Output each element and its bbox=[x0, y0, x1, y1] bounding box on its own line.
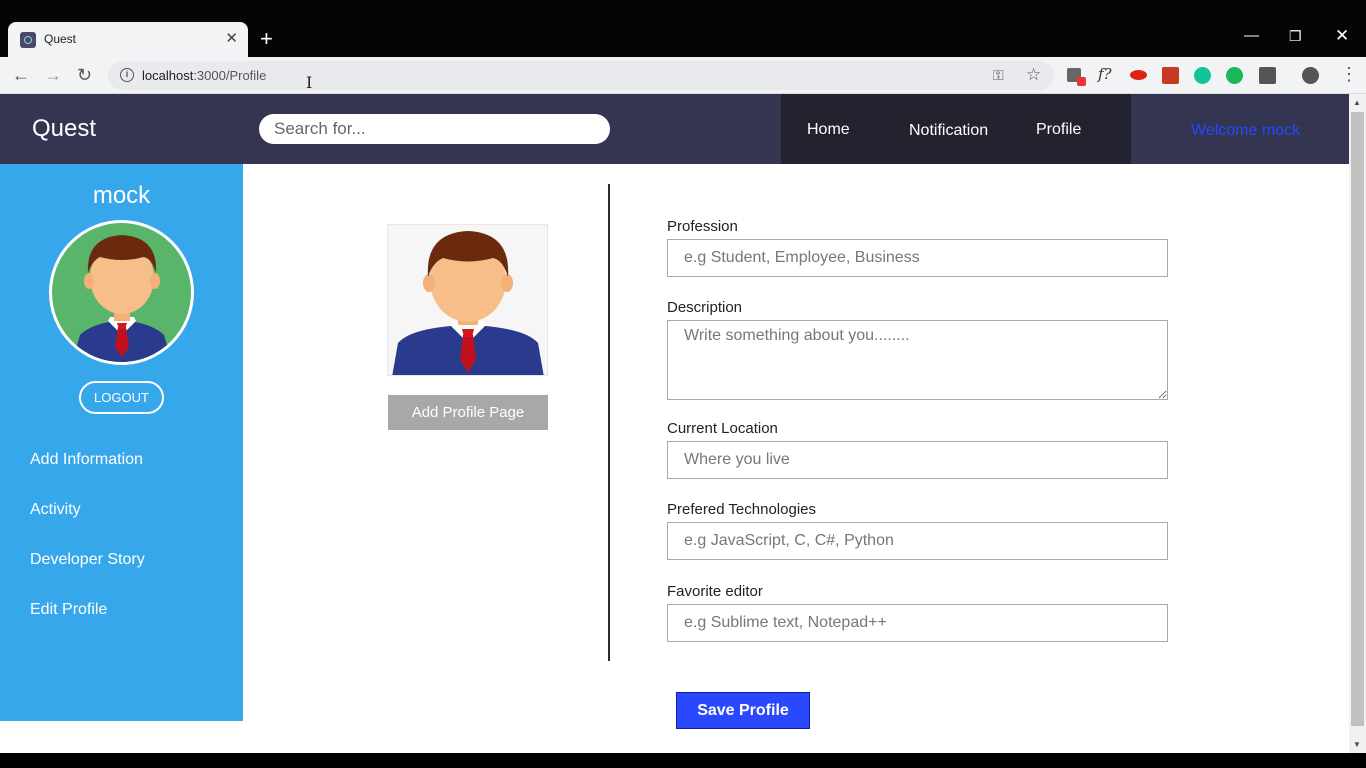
profile-picture bbox=[387, 224, 548, 376]
page-viewport: Quest Home Notification Profile Welcome … bbox=[0, 94, 1349, 753]
bookmark-star-icon[interactable]: ☆ bbox=[1026, 65, 1041, 85]
nav-notification[interactable]: Notification bbox=[909, 122, 988, 140]
sidebar-item-edit-profile[interactable]: Edit Profile bbox=[30, 601, 107, 619]
scroll-down-icon[interactable]: ▼ bbox=[1353, 740, 1361, 749]
reload-icon[interactable]: ↻ bbox=[77, 65, 92, 85]
extensions-puzzle-icon[interactable] bbox=[1259, 67, 1276, 84]
info-icon[interactable]: i bbox=[120, 68, 134, 82]
editor-field[interactable] bbox=[667, 604, 1168, 642]
sidebar-username: mock bbox=[92, 182, 151, 209]
tab-strip: Quest ✕ + — ❐ ✕ bbox=[0, 0, 1366, 57]
save-profile-button[interactable]: Save Profile bbox=[676, 692, 810, 729]
sidebar-item-activity[interactable]: Activity bbox=[30, 501, 81, 519]
account-icon[interactable] bbox=[1302, 67, 1319, 84]
avatar bbox=[49, 220, 194, 365]
logout-button[interactable]: LOGOUT bbox=[79, 381, 164, 414]
nav-home[interactable]: Home bbox=[807, 121, 850, 139]
photo-extension-icon[interactable] bbox=[1162, 67, 1179, 84]
react-favicon-icon bbox=[20, 32, 36, 48]
profession-field[interactable] bbox=[667, 239, 1168, 277]
minimize-icon[interactable]: — bbox=[1244, 26, 1259, 46]
nav-profile[interactable]: Profile bbox=[1036, 121, 1081, 139]
vertical-divider bbox=[608, 184, 610, 661]
text-cursor-icon: I bbox=[306, 73, 313, 92]
browser-tab[interactable]: Quest ✕ bbox=[8, 22, 248, 57]
tab-close-icon[interactable]: ✕ bbox=[225, 30, 238, 48]
scroll-up-icon[interactable]: ▲ bbox=[1353, 98, 1361, 107]
user-avatar-icon bbox=[72, 235, 172, 362]
sidebar-item-developer-story[interactable]: Developer Story bbox=[30, 551, 145, 569]
sidebar-item-add-information[interactable]: Add Information bbox=[30, 451, 143, 469]
sidebar: mock LOGOUT Add Information Activity Dev… bbox=[0, 164, 243, 721]
editor-label: Favorite editor bbox=[667, 583, 763, 600]
red-extension-icon[interactable] bbox=[1130, 70, 1147, 80]
restore-icon[interactable]: ❐ bbox=[1289, 26, 1302, 46]
grammarly-icon[interactable] bbox=[1194, 67, 1211, 84]
location-field[interactable] bbox=[667, 441, 1168, 479]
description-label: Description bbox=[667, 299, 743, 316]
address-bar[interactable]: i localhost:3000/Profile ⚿ ☆ bbox=[108, 61, 1054, 90]
bottom-edge bbox=[0, 753, 1366, 768]
profession-label: Profession bbox=[667, 218, 738, 235]
browser-toolbar: ← → ↻ i localhost:3000/Profile ⚿ ☆ f? ⋮ bbox=[0, 57, 1366, 94]
green-extension-icon[interactable] bbox=[1226, 67, 1243, 84]
forward-icon[interactable]: → bbox=[44, 65, 62, 85]
url-text[interactable]: localhost:3000/Profile bbox=[142, 68, 266, 83]
tab-title: Quest bbox=[44, 32, 77, 46]
formula-extension-icon[interactable]: f? bbox=[1098, 65, 1112, 83]
description-field[interactable] bbox=[667, 320, 1168, 400]
technologies-field[interactable] bbox=[667, 522, 1168, 560]
close-icon[interactable]: ✕ bbox=[1335, 26, 1349, 46]
extension-badge-icon bbox=[1077, 77, 1086, 86]
brand-logo[interactable]: Quest bbox=[32, 115, 96, 143]
nav-links: Home Notification Profile bbox=[781, 94, 1131, 164]
location-label: Current Location bbox=[667, 420, 778, 437]
add-profile-page-button[interactable]: Add Profile Page bbox=[388, 395, 548, 430]
user-avatar-icon bbox=[392, 231, 544, 375]
search-input[interactable] bbox=[259, 114, 610, 144]
scroll-thumb[interactable] bbox=[1351, 112, 1364, 726]
top-navbar: Quest Home Notification Profile Welcome … bbox=[0, 94, 1349, 164]
technologies-label: Prefered Technologies bbox=[667, 501, 816, 518]
key-icon[interactable]: ⚿ bbox=[993, 67, 1004, 84]
new-tab-icon[interactable]: + bbox=[260, 28, 273, 50]
page-scrollbar[interactable]: ▲ ▼ bbox=[1349, 94, 1366, 753]
back-icon[interactable]: ← bbox=[12, 65, 30, 85]
welcome-text: Welcome mock bbox=[1191, 122, 1301, 139]
browser-menu-icon[interactable]: ⋮ bbox=[1340, 64, 1358, 84]
